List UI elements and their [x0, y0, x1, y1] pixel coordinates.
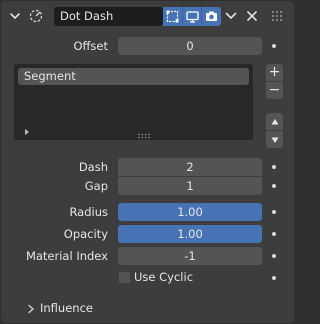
- dropdown-chevron-icon[interactable]: [225, 10, 237, 22]
- triangle-down-icon: [271, 137, 278, 143]
- move-down-button[interactable]: [266, 131, 283, 148]
- move-up-button[interactable]: [266, 113, 283, 130]
- add-segment-button[interactable]: +: [266, 64, 283, 81]
- opacity-keyframe-dot[interactable]: [272, 232, 276, 236]
- render-toggle[interactable]: [202, 7, 221, 26]
- material-index-keyframe-dot[interactable]: [272, 254, 276, 258]
- minus-icon: −: [268, 82, 281, 98]
- viewport-icon: [185, 11, 199, 23]
- dash-label: Dash: [78, 160, 108, 174]
- list-filter-expand-icon[interactable]: [22, 126, 32, 136]
- offset-label: Offset: [73, 39, 108, 53]
- edit-mode-icon: [166, 10, 179, 23]
- radius-keyframe-dot[interactable]: [272, 210, 276, 214]
- gap-field[interactable]: 1: [118, 177, 262, 195]
- visibility-toggle-group: [163, 7, 221, 26]
- triangle-up-icon: [271, 118, 278, 124]
- influence-expand-chevron-icon[interactable]: [26, 303, 36, 314]
- use-cyclic-label[interactable]: Use Cyclic: [134, 268, 193, 286]
- offset-field[interactable]: 0: [118, 37, 262, 55]
- list-item[interactable]: Segment: [18, 68, 249, 85]
- material-index-label: Material Index: [25, 249, 108, 263]
- modifier-swirl-icon: [28, 8, 44, 24]
- close-icon[interactable]: [245, 9, 259, 23]
- radius-label: Radius: [69, 205, 108, 219]
- list-resize-grip-icon[interactable]: [137, 128, 151, 139]
- dash-keyframe-dot[interactable]: [272, 165, 276, 169]
- influence-subpanel-header[interactable]: Influence: [40, 299, 93, 317]
- use-cyclic-checkbox[interactable]: [119, 272, 130, 283]
- radius-slider[interactable]: 1.00: [118, 203, 262, 221]
- render-camera-icon: [206, 11, 218, 21]
- modifier-name-input[interactable]: Dot Dash: [54, 7, 163, 26]
- gap-label: Gap: [84, 179, 108, 193]
- use-cyclic-keyframe-dot[interactable]: [272, 276, 276, 280]
- material-index-field[interactable]: -1: [118, 247, 262, 265]
- opacity-label: Opacity: [63, 227, 108, 241]
- plus-icon: +: [268, 64, 281, 80]
- drag-handle-icon[interactable]: [270, 10, 284, 22]
- remove-segment-button[interactable]: −: [266, 82, 283, 99]
- offset-keyframe-dot[interactable]: [272, 44, 276, 48]
- viewport-toggle[interactable]: [183, 7, 203, 26]
- opacity-slider[interactable]: 1.00: [118, 225, 262, 243]
- edit-mode-toggle[interactable]: [163, 7, 183, 26]
- dash-field[interactable]: 2: [118, 158, 262, 176]
- collapse-chevron-icon[interactable]: [9, 10, 21, 22]
- gap-keyframe-dot[interactable]: [272, 184, 276, 188]
